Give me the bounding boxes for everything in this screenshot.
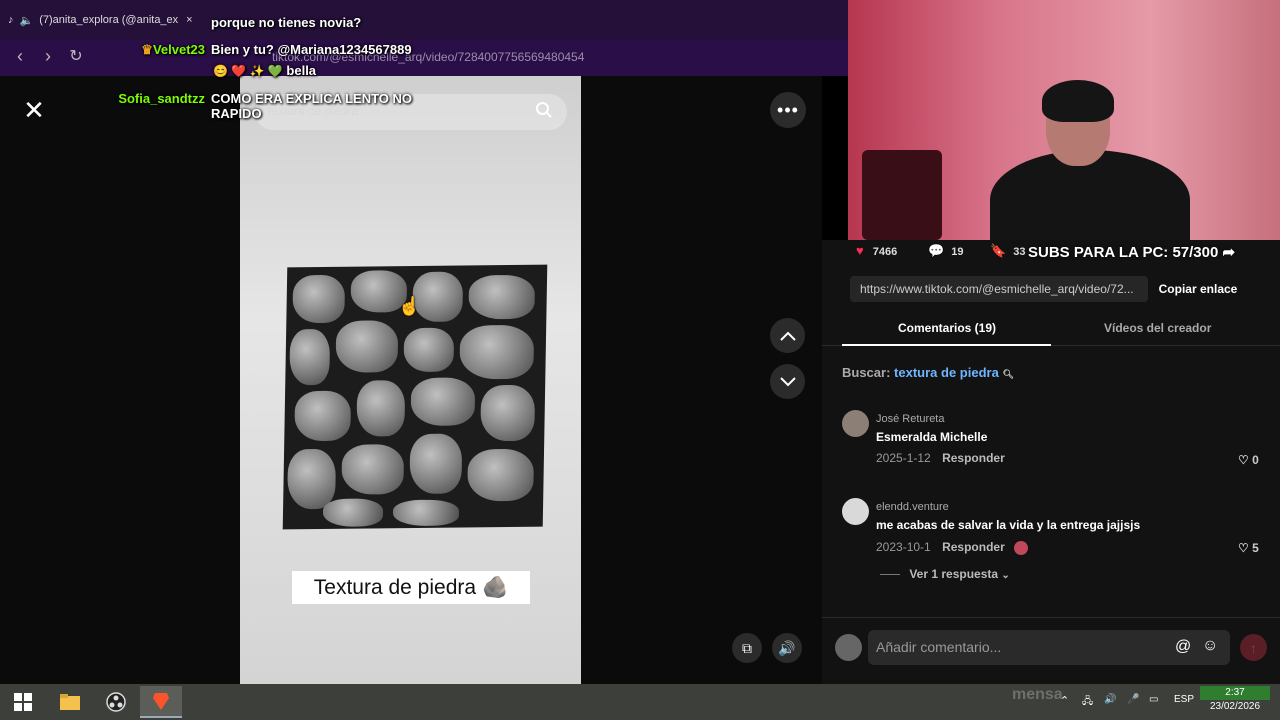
webcam-chair	[862, 150, 942, 240]
tab-title: (7)anita_explora (@anita_ex	[39, 14, 179, 26]
heart-outline-icon: ♡	[1238, 453, 1249, 467]
volume-button[interactable]: 🔊	[772, 633, 802, 663]
file-explorer-icon[interactable]	[57, 689, 83, 715]
browser-tab-bar: ♪ 🔈 (7)anita_explora (@anita_ex ×	[0, 0, 848, 40]
comment-icon: 💬	[928, 243, 945, 258]
search-small-icon: 🔍︎	[1002, 369, 1014, 379]
mention-icon[interactable]: @	[1175, 638, 1191, 656]
reload-button[interactable]: ↻	[66, 46, 86, 66]
comment-date: 2025-1-12	[876, 451, 931, 465]
forward-button[interactable]: ›	[38, 46, 58, 67]
network-icon[interactable]: 🖧	[1082, 694, 1093, 711]
tab-creator-videos[interactable]: Vídeos del creador	[1104, 321, 1211, 335]
comment-text: Esmeralda Michelle	[876, 430, 988, 444]
rock-icon: 🪨	[482, 575, 509, 599]
chat-text: Bien y tu? @Mariana1234567889	[211, 42, 412, 57]
back-button[interactable]: ‹	[10, 46, 30, 67]
windows-start-icon[interactable]	[10, 689, 36, 715]
comment-text: me acabas de salvar la vida y la entrega…	[876, 518, 1141, 532]
chat-text: COMO ERA EXPLICA LENTO NO	[211, 91, 413, 106]
chat-text: porque no tienes novia?	[211, 15, 362, 30]
webcam-person-hair	[1042, 80, 1114, 122]
creator-liked-icon	[1014, 540, 1029, 555]
subs-goal-overlay: SUBS PARA LA PC: 57/300 ➦	[1028, 244, 1236, 261]
bookmark-icon: 🔖	[990, 243, 1007, 258]
like-stat[interactable]: ♥ 7466	[856, 243, 897, 258]
browser-tab[interactable]: ♪ 🔈 (7)anita_explora (@anita_ex ×	[8, 8, 218, 32]
copy-link-button[interactable]: Copiar enlace	[1150, 276, 1246, 302]
next-video-button[interactable]	[770, 364, 805, 399]
language-indicator[interactable]: ESP	[1174, 694, 1194, 705]
comment-user[interactable]: José Retureta	[876, 413, 944, 425]
save-stat[interactable]: 🔖 33	[990, 243, 1026, 259]
comment-like[interactable]: ♡ 0	[1238, 453, 1259, 467]
close-tab-icon[interactable]: ×	[186, 14, 192, 26]
webcam-person-body	[990, 150, 1190, 250]
brave-browser-icon[interactable]	[140, 686, 182, 718]
share-arrow-icon: ➦	[1222, 244, 1236, 261]
active-tab-indicator	[842, 344, 1051, 346]
chat-user: ♛Velvet23	[141, 42, 205, 57]
avatar[interactable]	[842, 410, 869, 437]
comment-meta: 2023-10-1 Responder	[876, 540, 1029, 555]
tray-chevron-icon[interactable]: ⌃	[1060, 694, 1069, 707]
search-label: Buscar:	[842, 365, 891, 380]
tiktok-icon: ♪	[8, 14, 14, 26]
caption-text: Textura de piedra	[313, 575, 477, 599]
comment-user[interactable]: elendd.venture	[876, 501, 949, 513]
reply-button[interactable]: Responder	[942, 540, 1005, 554]
obs-icon[interactable]	[103, 689, 129, 715]
chat-user: Sofia_sandtzz	[118, 91, 205, 106]
search-icon[interactable]	[535, 101, 555, 121]
chat-message: porque no tienes novia?	[211, 15, 361, 30]
comment-meta: 2025-1-12 Responder	[876, 451, 1005, 465]
reply-button[interactable]: Responder	[942, 451, 1005, 465]
chevron-down-icon: ⌄	[1001, 570, 1010, 581]
chat-message: Sofia_sandtzz COMO ERA EXPLICA LENTO NO …	[118, 91, 413, 121]
floating-player-button[interactable]: ⧉	[732, 633, 762, 663]
microphone-icon[interactable]: 🎤	[1127, 694, 1139, 705]
divider-line	[880, 574, 900, 576]
view-replies-button[interactable]: Ver 1 respuesta ⌄	[880, 567, 1010, 581]
volume-tray-icon[interactable]: 🔊	[1104, 694, 1116, 705]
previous-video-button[interactable]	[770, 318, 805, 353]
speaker-icon[interactable]: 🔈	[20, 14, 34, 27]
video-link-field[interactable]: https://www.tiktok.com/@esmichelle_arq/v…	[850, 276, 1148, 302]
cursor-icon: ☝	[398, 296, 421, 316]
chat-text: bella	[286, 63, 317, 78]
avatar[interactable]	[842, 498, 869, 525]
emoji-icon[interactable]: ☺	[1202, 637, 1218, 655]
battery-icon[interactable]: ▭	[1149, 694, 1158, 705]
my-avatar	[835, 634, 862, 661]
comment-stat[interactable]: 💬 19	[928, 243, 964, 259]
emoji-row-icon: 😊 ❤️ ✨ 💚	[213, 64, 283, 78]
video-caption: Textura de piedra 🪨	[292, 571, 530, 604]
heart-icon: ♥	[856, 243, 864, 258]
send-button[interactable]: ↑	[1240, 634, 1267, 661]
comment-search-row: Buscar: textura de piedra 🔍︎	[842, 365, 1014, 380]
chat-message: 😊 ❤️ ✨ 💚 bella	[213, 63, 316, 78]
crown-icon: ♛	[141, 42, 153, 57]
close-icon[interactable]: ✕	[22, 97, 46, 123]
comment-like[interactable]: ♡ 5	[1238, 541, 1259, 555]
clock-date: 23/02/2026	[1209, 701, 1261, 712]
tab-comments[interactable]: Comentarios (19)	[898, 321, 996, 335]
taskbar-ghost-text: mensa	[1012, 686, 1063, 703]
heart-outline-icon: ♡	[1238, 541, 1249, 555]
chat-text: RAPIDO	[211, 106, 262, 121]
comment-date: 2023-10-1	[876, 540, 931, 554]
clock-time: 2:37	[1200, 686, 1270, 700]
more-options-button[interactable]: •••	[770, 92, 806, 128]
search-query-link[interactable]: textura de piedra	[894, 365, 999, 380]
chat-message: ♛Velvet23 Bien y tu? @Mariana1234567889	[141, 42, 412, 57]
clock[interactable]: 2:37 23/02/2026	[1200, 686, 1270, 714]
